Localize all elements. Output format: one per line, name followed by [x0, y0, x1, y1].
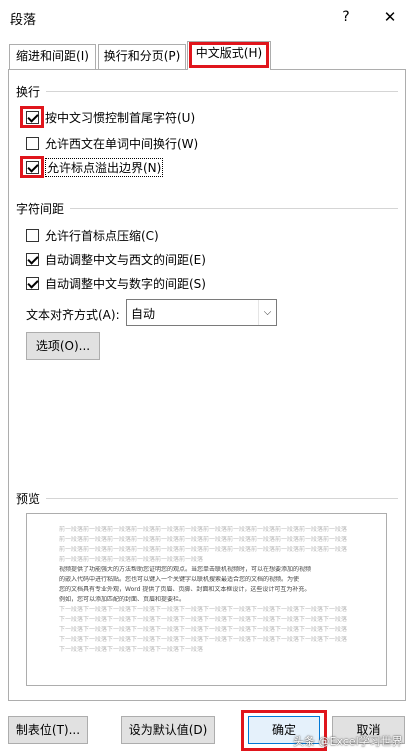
section-divider	[46, 498, 398, 499]
section-title-preview: 预览	[16, 492, 41, 506]
watermark: 头条 @Excel学习世界	[293, 735, 403, 748]
checkbox-space-asian-latin[interactable]	[26, 252, 39, 266]
checkbox-row-latin-word-wrap[interactable]: 允许西文在单词中间换行(W)	[26, 134, 198, 152]
set-as-default-button[interactable]: 设为默认值(D)	[121, 716, 215, 744]
preview-line: 下一段落下一段落下一段落下一段落下一段落下一段落下一段落下一段落下一段落下一段落…	[59, 616, 348, 623]
section-title-line-breaking: 换行	[16, 85, 41, 99]
checkbox-label: 允许行首标点压缩(C)	[45, 228, 159, 243]
checkbox-row-first-last-chars[interactable]: 按中文习惯控制首尾字符(U)	[26, 108, 195, 126]
preview-line: 前一段落前一段落前一段落前一段落前一段落前一段落前一段落前一段落前一段落前一段落…	[59, 546, 348, 553]
preview-line: 下一段落下一段落下一段落下一段落下一段落下一段落下一段落下一段落下一段落下一段落…	[59, 626, 348, 633]
checkbox-label: 允许西文在单词中间换行(W)	[45, 136, 199, 151]
checkbox-row-space-asian-numbers[interactable]: 自动调整中文与数字的间距(S)	[26, 274, 206, 292]
preview-line: 前一段落前一段落前一段落前一段落前一段落前一段落前一段落前一段落前一段落前一段落…	[59, 526, 348, 533]
preview-line: 例如，您可以添加匹配的封面、页眉和提要栏。	[59, 596, 186, 603]
section-divider	[46, 91, 398, 92]
text-alignment-select[interactable]: 自动 ⌵	[126, 299, 277, 326]
preview-box: 前一段落前一段落前一段落前一段落前一段落前一段落前一段落前一段落前一段落前一段落…	[26, 513, 387, 686]
tab-indents-spacing[interactable]: 缩进和间距(I)	[9, 44, 96, 69]
checkbox-latin-word-wrap[interactable]	[26, 136, 39, 150]
close-button[interactable]: ✕	[378, 5, 402, 29]
preview-line: 下一段落下一段落下一段落下一段落下一段落下一段落下一段落下一段落下一段落下一段落…	[59, 606, 348, 613]
preview-line: 下一段落下一段落下一段落下一段落下一段落下一段落	[59, 646, 204, 653]
checkbox-label: 允许标点溢出边界(N)	[45, 157, 164, 177]
checkbox-label: 自动调整中文与西文的间距(E)	[45, 252, 206, 267]
tab-line-page-breaks[interactable]: 换行和分页(P)	[98, 44, 186, 69]
chevron-down-icon[interactable]: ⌵	[258, 300, 276, 325]
checkbox-row-compress-punctuation[interactable]: 允许行首标点压缩(C)	[26, 226, 159, 244]
preview-line: 的嵌入代码中进行粘贴。您也可以键入一个关键字以联机搜索最适合您的文档的视频。为使	[59, 576, 300, 583]
preview-line: 前一段落前一段落前一段落前一段落前一段落前一段落前一段落前一段落前一段落前一段落…	[59, 536, 348, 543]
checkbox-label: 按中文习惯控制首尾字符(U)	[45, 110, 196, 125]
preview-line: 下一段落下一段落下一段落下一段落下一段落下一段落下一段落下一段落下一段落下一段落…	[59, 636, 348, 643]
checkbox-row-hanging-punctuation[interactable]: 允许标点溢出边界(N)	[26, 157, 164, 177]
title-bar: 段落 ? ✕	[0, 0, 413, 34]
tab-stops-button[interactable]: 制表位(T)...	[8, 716, 88, 744]
checkbox-highlight-box	[20, 106, 44, 128]
text-alignment-value: 自动	[131, 307, 156, 321]
preview-line: 视频提供了功能强大的方法帮助您证明您的观点。当您单击联机视频时，可以在想要添加的…	[59, 566, 312, 573]
options-button[interactable]: 选项(O)...	[26, 332, 100, 360]
checkbox-space-asian-numbers[interactable]	[26, 276, 39, 290]
tab-highlight-box	[189, 42, 269, 68]
checkbox-label: 自动调整中文与数字的间距(S)	[45, 276, 206, 291]
preview-line: 您的文档具有专业外观，Word 提供了页眉、页脚、封面和文本框设计，这些设计可互…	[59, 586, 311, 593]
checkbox-highlight-box	[20, 156, 44, 178]
preview-line: 前一段落前一段落前一段落前一段落前一段落前一段落	[59, 556, 204, 563]
help-button[interactable]: ?	[334, 5, 358, 29]
text-alignment-label: 文本对齐方式(A):	[26, 308, 120, 322]
dialog-title: 段落	[10, 13, 37, 28]
section-title-character-spacing: 字符间距	[16, 202, 65, 216]
section-divider	[70, 208, 398, 209]
checkbox-row-space-asian-latin[interactable]: 自动调整中文与西文的间距(E)	[26, 250, 206, 268]
checkbox-compress-punctuation[interactable]	[26, 228, 39, 242]
